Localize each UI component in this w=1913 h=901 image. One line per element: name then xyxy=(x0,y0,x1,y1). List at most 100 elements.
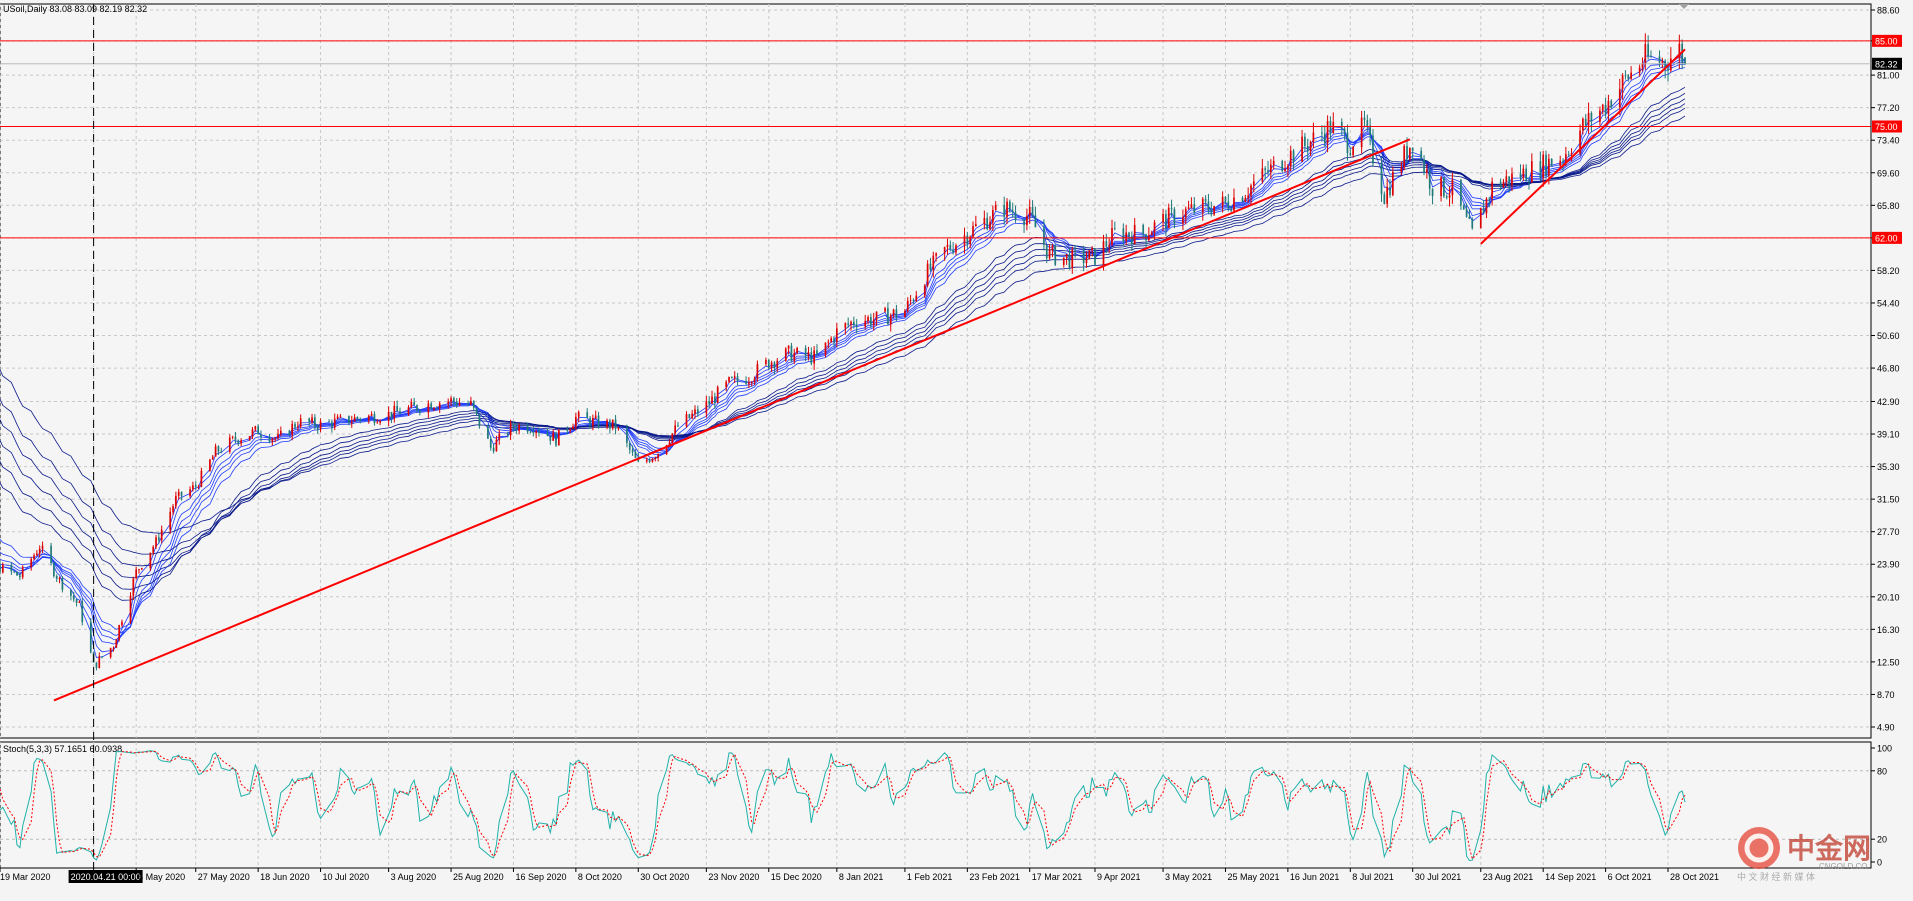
candle-body xyxy=(410,402,412,407)
candle-body xyxy=(1500,182,1502,188)
candle-body xyxy=(725,382,727,387)
candle-body xyxy=(1049,249,1051,258)
candle-body xyxy=(391,412,393,418)
candle-body xyxy=(927,264,929,286)
x-tick-label: 1 Feb 2021 xyxy=(907,872,953,882)
candle-body xyxy=(757,364,759,378)
stoch-tick-label: 100 xyxy=(1877,744,1892,754)
candle-body xyxy=(79,602,81,603)
trading-chart[interactable]: 88.6085.0081.0077.2073.4069.6065.8062.00… xyxy=(0,0,1913,896)
x-tick-label: 19 Mar 2020 xyxy=(0,872,51,882)
candle-body xyxy=(1128,233,1130,237)
candle-body xyxy=(13,571,15,572)
candle-body xyxy=(1154,222,1156,232)
y-tick-label: 12.50 xyxy=(1877,657,1900,667)
candle-body xyxy=(1525,169,1527,182)
candle xyxy=(209,459,211,472)
candle-body xyxy=(674,425,676,433)
x-tick-label: 23 Aug 2021 xyxy=(1483,872,1534,882)
candle-body xyxy=(393,406,395,418)
candle-body xyxy=(527,425,529,432)
candle-body xyxy=(1426,170,1428,173)
candle-body xyxy=(1503,182,1505,187)
candle-body xyxy=(493,448,495,451)
candle-body xyxy=(913,300,915,301)
candle-body xyxy=(1210,210,1212,215)
candle-body xyxy=(1111,228,1113,245)
candle-body xyxy=(101,656,103,657)
candle-body xyxy=(1205,199,1207,202)
candle-body xyxy=(192,485,194,489)
candle-body xyxy=(989,222,991,229)
candle-body xyxy=(530,432,532,433)
candle-body xyxy=(887,308,889,324)
candle-body xyxy=(1071,250,1073,268)
candle-body xyxy=(592,418,594,426)
candle xyxy=(558,429,560,445)
candle-body xyxy=(1480,208,1482,228)
candle-body xyxy=(751,382,753,383)
y-tick-label: 50.60 xyxy=(1877,331,1900,341)
candle-body xyxy=(1622,75,1624,89)
candle-body xyxy=(1290,151,1292,166)
candle-body xyxy=(1267,170,1269,172)
candle-body xyxy=(371,414,373,416)
stoch-title: Stoch(5,3,3) 57.1651 60.0938 xyxy=(3,744,122,754)
candle xyxy=(1409,148,1411,161)
candle-body xyxy=(932,256,934,270)
candle-body xyxy=(1591,113,1593,122)
candle-body xyxy=(155,537,157,547)
candle-body xyxy=(1023,220,1025,225)
y-tick-label: 27.70 xyxy=(1877,527,1900,537)
candle-body xyxy=(118,625,120,640)
symbol-ohlc-label: USoil,Daily 83.08 83.09 82.19 82.32 xyxy=(3,4,147,14)
candle-body xyxy=(1364,118,1366,121)
candle-body xyxy=(59,578,61,579)
candle-body xyxy=(1006,202,1008,217)
candle-body xyxy=(237,440,239,443)
candle-body xyxy=(606,420,608,427)
candle-body xyxy=(615,420,617,429)
candle-body xyxy=(1281,161,1283,171)
candle-body xyxy=(280,431,282,434)
candle-body xyxy=(359,419,361,421)
candle-body xyxy=(629,443,631,450)
candle-body xyxy=(42,546,44,549)
candle xyxy=(110,648,112,659)
candle-body xyxy=(308,418,310,422)
candle-body xyxy=(416,405,418,410)
x-tick-label: 3 May 2021 xyxy=(1165,872,1212,882)
candle-body xyxy=(408,407,410,414)
candle-body xyxy=(81,602,83,622)
candle-body xyxy=(152,547,154,553)
candle-body xyxy=(776,361,778,368)
candle-body xyxy=(964,235,966,245)
candle-body xyxy=(1383,194,1385,204)
candle-body xyxy=(632,450,634,452)
candle-body xyxy=(694,409,696,413)
candle xyxy=(16,572,18,576)
y-tick-label: 16.30 xyxy=(1877,625,1900,635)
candle-body xyxy=(1066,254,1068,257)
y-tick-label: 39.10 xyxy=(1877,430,1900,440)
chart-svg[interactable]: 88.6085.0081.0077.2073.4069.6065.8062.00… xyxy=(0,0,1913,896)
candle-body xyxy=(930,264,932,270)
candle-body xyxy=(1324,133,1326,143)
candle-body xyxy=(235,437,237,441)
candle-body xyxy=(473,401,475,408)
candle-body xyxy=(1372,135,1374,163)
candle-body xyxy=(1585,119,1587,126)
candle-body xyxy=(827,342,829,343)
candle-body xyxy=(547,433,549,436)
candle-body xyxy=(379,421,381,423)
candle-body xyxy=(257,426,259,434)
candle-body xyxy=(374,414,376,423)
candle-body xyxy=(340,416,342,417)
candle-body xyxy=(532,432,534,433)
candle-body xyxy=(944,247,946,253)
candle-body xyxy=(748,382,750,384)
watermark-slogan: 中 文 财 经 新 媒 体 xyxy=(1737,871,1815,882)
candle-body xyxy=(1287,166,1289,169)
candle-body xyxy=(1222,197,1224,206)
candle-body xyxy=(252,430,254,437)
